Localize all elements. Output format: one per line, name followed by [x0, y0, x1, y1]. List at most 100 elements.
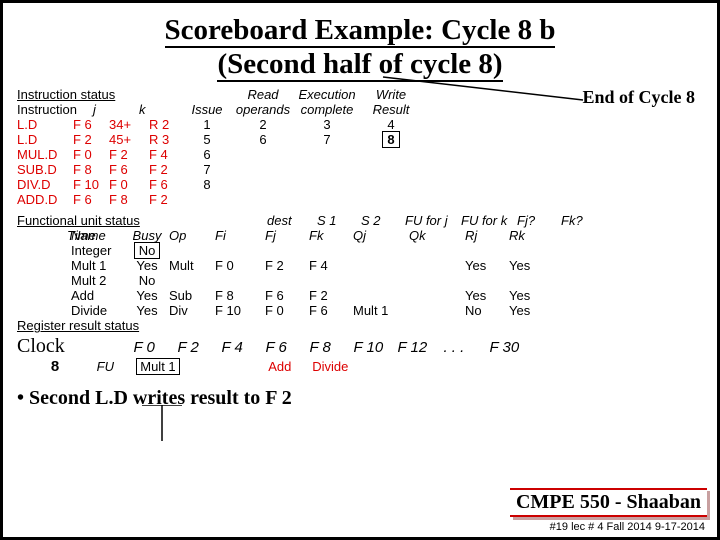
fu-fj: F 2: [265, 258, 309, 273]
instr-j: F 6: [109, 162, 149, 177]
instr-dest: F 8: [73, 162, 109, 177]
instr-j: 45+: [109, 132, 149, 147]
section-fu-status: Functional unit status: [17, 213, 177, 228]
instr-issue: 7: [183, 162, 231, 177]
fu-busy: No: [125, 243, 169, 258]
fu-busy: Yes: [125, 288, 169, 303]
instruction-row: L.DF 245+R 35678: [17, 132, 703, 147]
fu-qj: Mult 1: [353, 303, 409, 318]
fu-label: FU: [97, 359, 133, 374]
hdr-fjq: Fj?: [517, 213, 561, 228]
instr-issue: 8: [183, 177, 231, 192]
section-instruction-status: Instruction status: [17, 87, 183, 102]
reg-header: F 12: [397, 339, 443, 356]
clock-row: Clock F 0F 2F 4F 6F 8F 10F 12. . .F 30: [17, 335, 703, 358]
instr-write: 8: [359, 132, 423, 147]
hdr-busy: Busy: [125, 228, 169, 243]
footer: CMPE 550 - Shaaban: [510, 488, 707, 517]
hdr-k: k: [139, 102, 183, 117]
end-of-cycle-label: End of Cycle 8: [583, 87, 696, 108]
instr-k: R 3: [149, 132, 183, 147]
bullet-note: • Second L.D writes result to F 2: [17, 387, 703, 410]
instr-dest: F 2: [73, 132, 109, 147]
reg-value: Mult 1: [136, 359, 180, 374]
fu-rj: Yes: [465, 288, 509, 303]
fu-row: AddYesSubF 8F 6F 2YesYes: [17, 288, 703, 303]
hdr-name: Name: [71, 228, 125, 243]
fu-name: Add: [71, 288, 125, 303]
fu-fk: F 4: [309, 258, 353, 273]
instr-k: R 2: [149, 117, 183, 132]
hdr-rk: Rk: [509, 228, 553, 243]
hdr-fi: Fi: [215, 228, 265, 243]
instr-read: 6: [231, 132, 295, 147]
instr-op: ADD.D: [17, 192, 73, 207]
instr-op: SUB.D: [17, 162, 73, 177]
fu-values-row: 8 FU Mult 1AddDivide: [17, 358, 703, 375]
fu-fi: F 0: [215, 258, 265, 273]
title-line2: (Second half of cycle 8): [217, 48, 502, 82]
instr-op: L.D: [17, 132, 73, 147]
section-register-status: Register result status: [17, 318, 703, 333]
fu-rk: Yes: [509, 258, 553, 273]
instr-op: MUL.D: [17, 147, 73, 162]
instruction-row: DIV.DF 10F 0F 68: [17, 177, 703, 192]
fu-busy: Yes: [125, 258, 169, 273]
instr-j: F 8: [109, 192, 149, 207]
reg-value: Divide: [312, 359, 356, 374]
hdr-exec: Execution: [295, 87, 359, 102]
fu-op: Mult: [169, 258, 215, 273]
reg-header: F 6: [265, 339, 309, 356]
reg-header: F 4: [221, 339, 265, 356]
fu-row: Mult 1YesMultF 0F 2F 4YesYes: [17, 258, 703, 273]
hdr-instruction: Instruction: [17, 102, 93, 117]
fu-fk: F 6: [309, 303, 353, 318]
instr-dest: F 10: [73, 177, 109, 192]
instr-j: F 0: [109, 177, 149, 192]
fu-op: Sub: [169, 288, 215, 303]
hdr-read: Read: [231, 87, 295, 102]
fu-fi: F 10: [215, 303, 265, 318]
fu-name: Mult 2: [71, 273, 125, 288]
instruction-row: MUL.DF 0F 2F 46: [17, 147, 703, 162]
hdr-operands: operands: [231, 102, 295, 117]
fu-name: Divide: [71, 303, 125, 318]
instruction-row: ADD.DF 6F 8F 2: [17, 192, 703, 207]
hdr-fuj: FU for j: [405, 213, 461, 228]
fu-name: Mult 1: [71, 258, 125, 273]
fu-name: Integer: [71, 243, 125, 258]
instr-exec: 3: [295, 117, 359, 132]
hdr-j: j: [93, 102, 139, 117]
subfooter: #19 lec # 4 Fall 2014 9-17-2014: [550, 521, 705, 533]
hdr-s1: S 1: [317, 213, 361, 228]
content-area: End of Cycle 8 Instruction status Read E…: [17, 87, 703, 410]
instr-dest: F 0: [73, 147, 109, 162]
instr-op: L.D: [17, 117, 73, 132]
hdr-time: Time: [17, 228, 71, 243]
instr-issue: 5: [183, 132, 231, 147]
hdr-fkq: Fk?: [561, 213, 605, 228]
hdr-s2: S 2: [361, 213, 405, 228]
instruction-row: SUB.DF 8F 6F 27: [17, 162, 703, 177]
instr-k: F 2: [149, 192, 183, 207]
hdr-fuk: FU for k: [461, 213, 517, 228]
hdr-qk: Qk: [409, 228, 465, 243]
fu-rk: Yes: [509, 288, 553, 303]
instr-k: F 6: [149, 177, 183, 192]
reg-header: . . .: [443, 339, 489, 356]
hdr-rj: Rj: [465, 228, 509, 243]
fu-fj: F 6: [265, 288, 309, 303]
reg-header: F 8: [309, 339, 353, 356]
instr-write: 4: [359, 117, 423, 132]
hdr-op: Op: [169, 228, 215, 243]
fu-fj: F 0: [265, 303, 309, 318]
cycle-value: 8: [17, 358, 93, 375]
instr-j: F 2: [109, 147, 149, 162]
title-line1: Scoreboard Example: Cycle 8 b: [165, 14, 556, 48]
hdr-dest: dest: [267, 213, 317, 228]
hdr-write: Write: [359, 87, 423, 102]
hdr-qj: Qj: [353, 228, 409, 243]
hdr-issue: Issue: [183, 102, 231, 117]
instr-read: 2: [231, 117, 295, 132]
instr-issue: 6: [183, 147, 231, 162]
